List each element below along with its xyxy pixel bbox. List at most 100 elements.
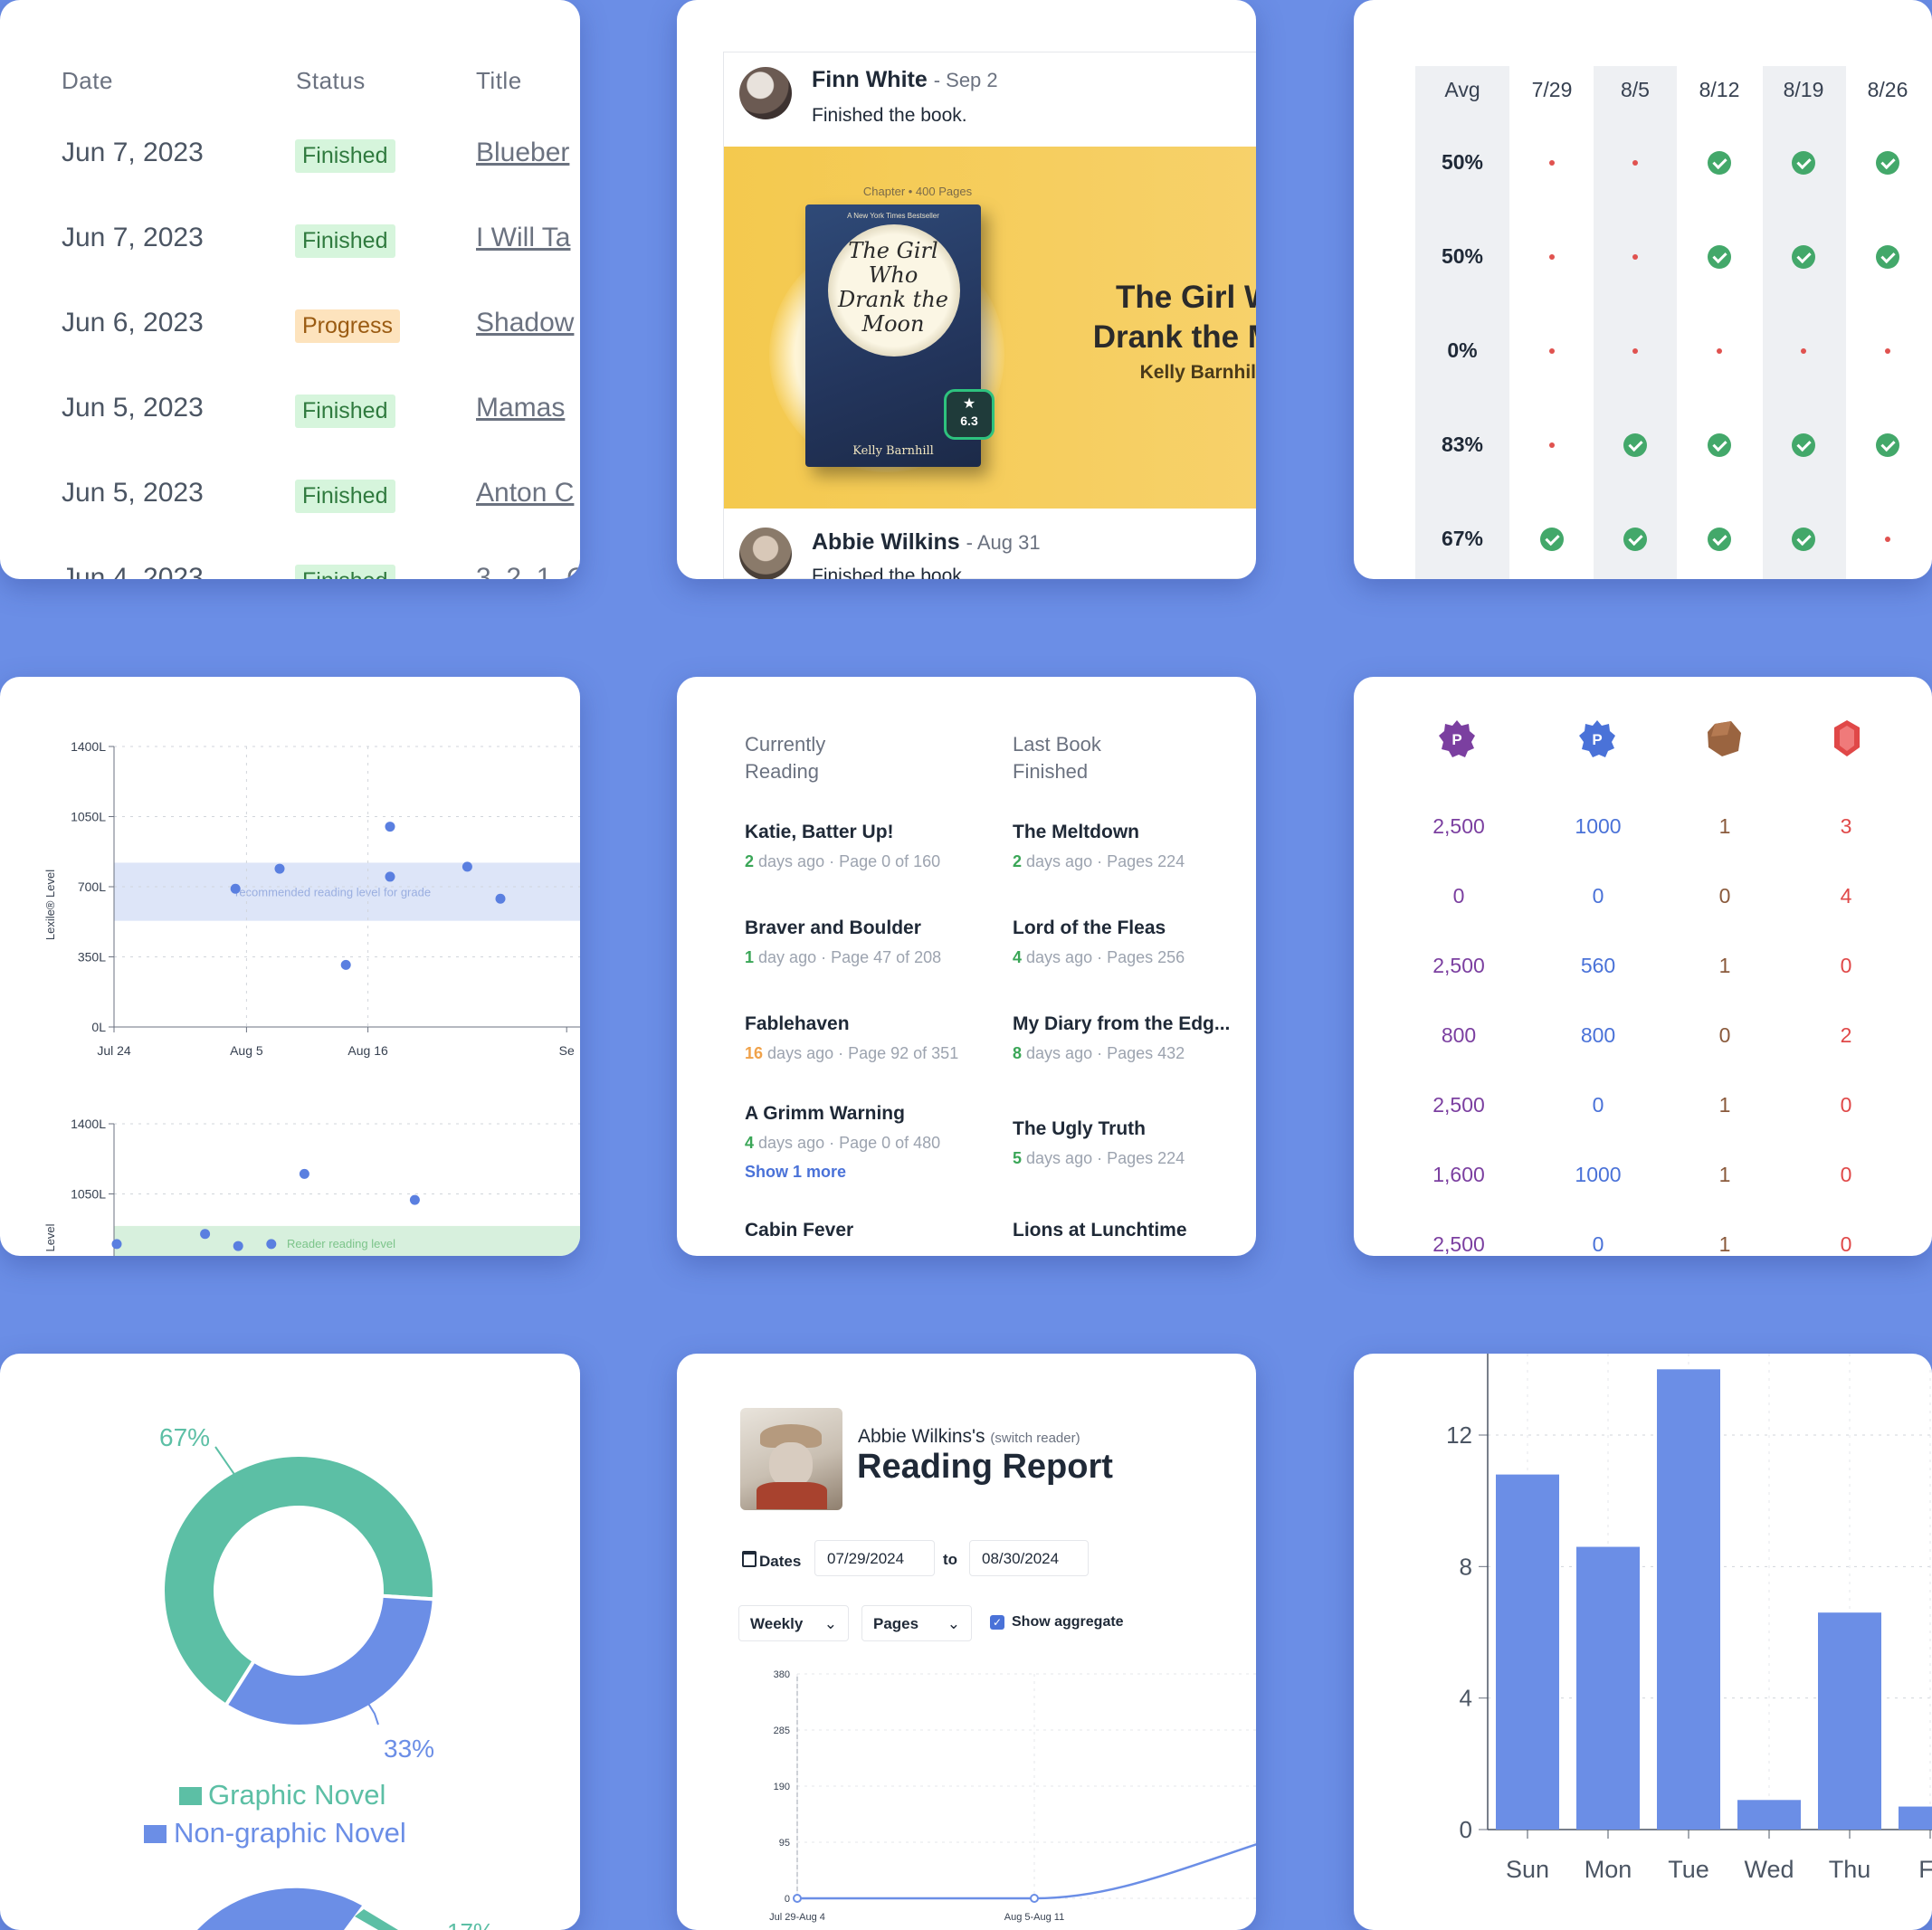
end-date-input[interactable]: 08/30/2024 xyxy=(969,1540,1089,1576)
report-owner[interactable]: Abbie Wilkins's (switch reader) xyxy=(858,1426,1080,1448)
switch-reader-link[interactable]: (switch reader) xyxy=(990,1431,1080,1446)
weekly-progress-card: Avg 7/29 8/5 8/12 8/19 8/26 50% 50% 0% 83% 67% xyxy=(1354,0,1932,579)
points-value: 1 xyxy=(1718,814,1731,838)
book-meta: 4 days ago · Page 0 of 480 xyxy=(745,1134,940,1153)
title-column-header[interactable]: Title xyxy=(476,67,522,95)
check-icon xyxy=(1623,528,1647,551)
table-row[interactable]: Jun 5, 2023 Finished Anton C xyxy=(0,471,580,556)
table-row[interactable]: Jun 5, 2023 Finished Mamas xyxy=(0,385,580,471)
metric-select[interactable]: Pages ⌄ xyxy=(861,1605,972,1641)
avatar[interactable] xyxy=(739,67,792,119)
points-value: 800 xyxy=(1580,1023,1616,1047)
to-label: to xyxy=(943,1551,958,1568)
x-tick-label: Aug 5-Aug 11 xyxy=(1004,1912,1064,1923)
post-text: Finished the book. xyxy=(812,105,967,126)
x-tick-label: Jul 24 xyxy=(97,1043,131,1058)
row-date: Jun 7, 2023 xyxy=(62,138,204,167)
data-point xyxy=(1030,1894,1039,1903)
book-title[interactable]: Lord of the Fleas xyxy=(1013,917,1166,939)
aggregate-label[interactable]: Show aggregate xyxy=(1012,1614,1124,1631)
band-label: recommended reading level for grade xyxy=(235,886,431,899)
meta-text: day ago · Page 47 of 208 xyxy=(758,948,942,966)
data-point xyxy=(495,893,506,904)
y-axis-label: Level xyxy=(43,1223,57,1251)
check-icon xyxy=(1792,528,1815,551)
check-icon xyxy=(1708,528,1731,551)
red-gem-icon xyxy=(1827,718,1867,758)
points-value: 1 xyxy=(1718,954,1731,977)
table-row[interactable]: Jun 7, 2023 Finished Blueber xyxy=(0,130,580,215)
days-count: 4 xyxy=(1013,948,1023,966)
y-tick-label: 190 xyxy=(774,1782,790,1792)
points-value: 4 xyxy=(1840,884,1852,908)
book-title[interactable]: Braver and Boulder xyxy=(745,917,921,939)
avg-column xyxy=(1415,66,1509,579)
post-author[interactable]: Abbie Wilkins - Aug 31 xyxy=(812,529,1041,556)
slice-label: 33% xyxy=(384,1735,434,1763)
points-value: 0 xyxy=(1592,1093,1604,1117)
book-title[interactable]: The Ugly Truth xyxy=(1013,1118,1146,1140)
post-date: - Aug 31 xyxy=(966,531,1041,554)
points-card: P P 2,500 1000 1 3 0 0 0 4 2,500 560 1 0 800 800 0 2 2,5… xyxy=(1354,677,1932,1256)
avatar[interactable] xyxy=(739,528,792,579)
check-icon xyxy=(1792,433,1815,457)
book-title-link[interactable]: Shadow xyxy=(476,308,574,338)
dates-label: Dates xyxy=(742,1551,801,1571)
slice-label: 17% xyxy=(447,1918,494,1930)
post-text: Finished the book. xyxy=(812,566,967,579)
date-column-header[interactable]: Date xyxy=(62,67,113,95)
points-value: 2,500 xyxy=(1432,1232,1485,1256)
book-title[interactable]: A Grimm Warning xyxy=(745,1103,905,1125)
face xyxy=(769,1442,813,1488)
x-tick-label: Jul 29-Aug 4 xyxy=(769,1912,825,1923)
book-title[interactable]: Cabin Fever xyxy=(745,1220,853,1241)
slice-label: 67% xyxy=(159,1423,210,1451)
data-point xyxy=(266,1239,277,1250)
reader-avatar[interactable] xyxy=(740,1408,842,1510)
genre-donut-chart: 67% 33% Graphic Novel Non-graphic Novel 17% xyxy=(144,1423,494,1930)
status-column-header[interactable]: Status xyxy=(296,67,366,95)
x-tick-label: Se xyxy=(559,1043,575,1058)
points-value: 1000 xyxy=(1575,1163,1622,1186)
data-point xyxy=(462,861,472,872)
book-title[interactable]: Katie, Batter Up! xyxy=(745,822,894,843)
data-point xyxy=(299,1168,309,1179)
legend-swatch xyxy=(144,1825,167,1843)
week-column-shade xyxy=(1763,66,1846,579)
book-title-link[interactable]: Mamas xyxy=(476,393,565,423)
book-title[interactable]: The Meltdown xyxy=(1013,822,1139,843)
start-date-input[interactable]: 07/29/2024 xyxy=(814,1540,935,1576)
genre-donut-card: 67% 33% Graphic Novel Non-graphic Novel 17% xyxy=(0,1354,580,1930)
avg-value: 67% xyxy=(1441,527,1484,550)
points-value: 0 xyxy=(1592,1232,1604,1256)
book-title-link[interactable]: Blueber xyxy=(476,138,569,168)
points-value: 1 xyxy=(1718,1163,1731,1186)
bar xyxy=(1899,1806,1932,1830)
period-select[interactable]: Weekly ⌄ xyxy=(738,1605,849,1641)
aggregate-checkbox[interactable]: ✓ xyxy=(990,1615,1004,1630)
post-author[interactable]: Finn White - Sep 2 xyxy=(812,67,998,93)
book-title[interactable]: Lions at Lunchtime xyxy=(1013,1220,1187,1241)
points-value: 0 xyxy=(1718,1023,1731,1047)
cover-author: Kelly Barnhill xyxy=(852,444,934,458)
book-title[interactable]: Fablehaven xyxy=(745,1013,850,1035)
show-more-link[interactable]: Show 1 more xyxy=(745,1163,846,1182)
row-date: Jun 5, 2023 xyxy=(62,393,204,423)
book-title[interactable]: My Diary from the Edg... xyxy=(1013,1013,1230,1035)
book-title-link[interactable]: Anton C xyxy=(476,478,574,509)
table-row[interactable]: Jun 7, 2023 Finished I Will Ta xyxy=(0,215,580,300)
points-value: 0 xyxy=(1840,1232,1852,1256)
x-tick-label: Sun xyxy=(1506,1856,1549,1883)
missed-dot-icon xyxy=(1885,348,1890,354)
x-tick-label: Aug 16 xyxy=(347,1043,388,1058)
banner-author: Kelly Barnhil xyxy=(1139,362,1256,383)
days-count: 5 xyxy=(1013,1149,1023,1167)
book-title-link[interactable]: I Will Ta xyxy=(476,223,570,253)
book-banner[interactable]: Chapter • 400 Pages A New York Times Bes… xyxy=(724,147,1256,509)
missed-dot-icon xyxy=(1632,160,1638,166)
book-title-link[interactable]: 3, 2, 1, G xyxy=(476,563,580,579)
table-row[interactable]: Jun 6, 2023 Progress Shadow xyxy=(0,300,580,385)
y-tick-label: 1400L xyxy=(71,1117,106,1131)
table-row[interactable]: Jun 4, 2023 Finished 3, 2, 1, G xyxy=(0,556,580,579)
banner-title: The Girl W Drank the M xyxy=(1092,280,1256,355)
